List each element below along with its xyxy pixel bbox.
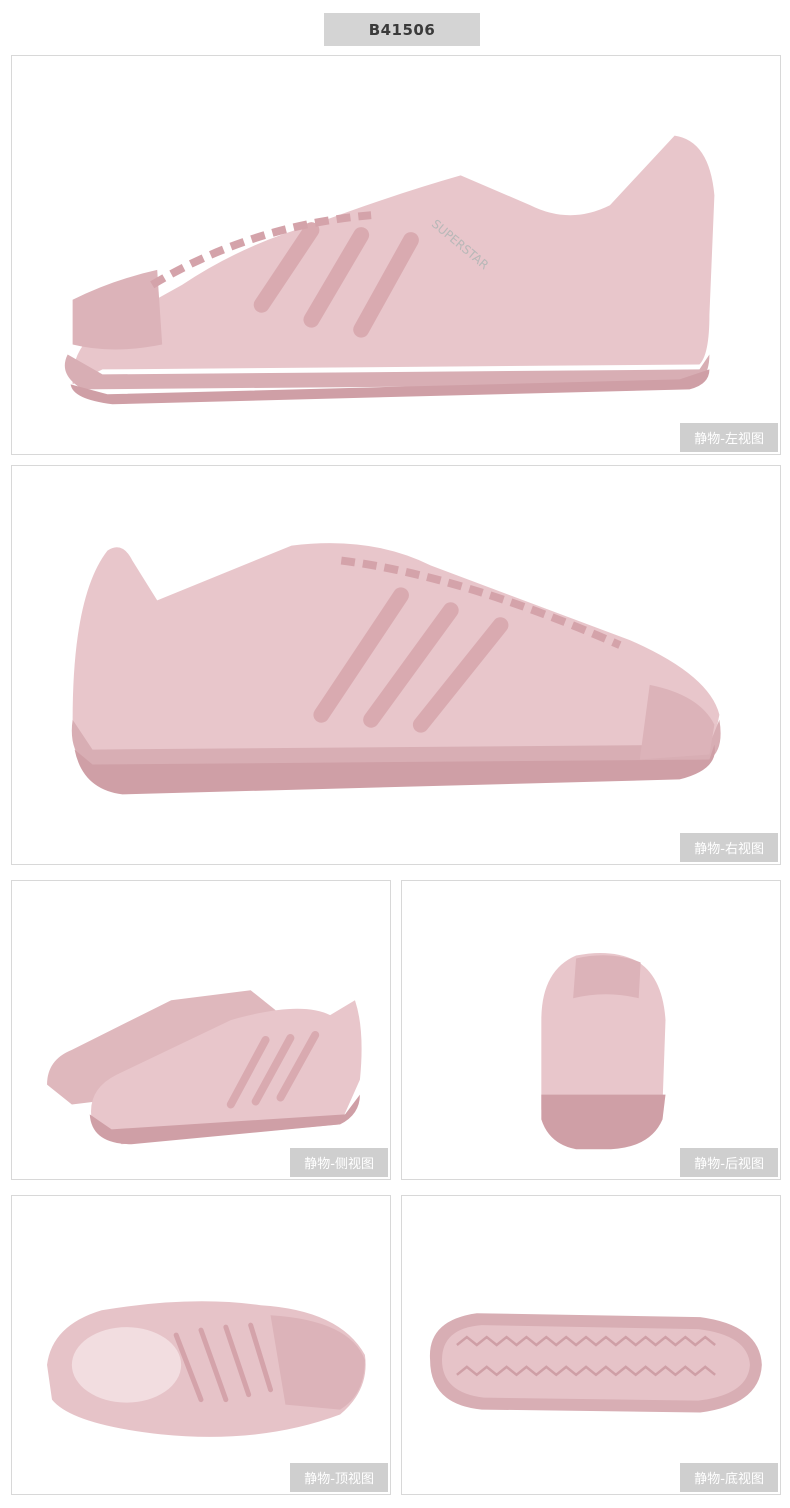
view-label: 静物-后视图 xyxy=(680,1148,778,1177)
shoe-right-view-image xyxy=(71,543,721,795)
view-panel-right[interactable]: 静物-右视图 xyxy=(11,465,781,865)
shoe-left-view-image: SUPERSTAR xyxy=(64,135,715,405)
view-panel-rear[interactable]: 静物-后视图 xyxy=(401,880,781,1180)
view-panel-side[interactable]: 静物-侧视图 xyxy=(11,880,391,1180)
view-label: 静物-侧视图 xyxy=(290,1148,388,1177)
view-label: 静物-底视图 xyxy=(680,1463,778,1492)
view-panel-bottom[interactable]: 静物-底视图 xyxy=(401,1195,781,1495)
shoe-top-view-image xyxy=(47,1301,366,1437)
view-panel-top[interactable]: 静物-顶视图 xyxy=(11,1195,391,1495)
sku-badge: B41506 xyxy=(324,13,480,46)
view-label: 静物-左视图 xyxy=(680,423,778,452)
shoe-side-view-image xyxy=(47,990,362,1145)
view-label: 静物-顶视图 xyxy=(290,1463,388,1492)
shoe-rear-view-image xyxy=(541,952,666,1150)
shoe-bottom-view-image xyxy=(429,1313,762,1413)
view-label: 静物-右视图 xyxy=(680,833,778,862)
view-panel-left[interactable]: SUPERSTAR 静物-左视图 xyxy=(11,55,781,455)
